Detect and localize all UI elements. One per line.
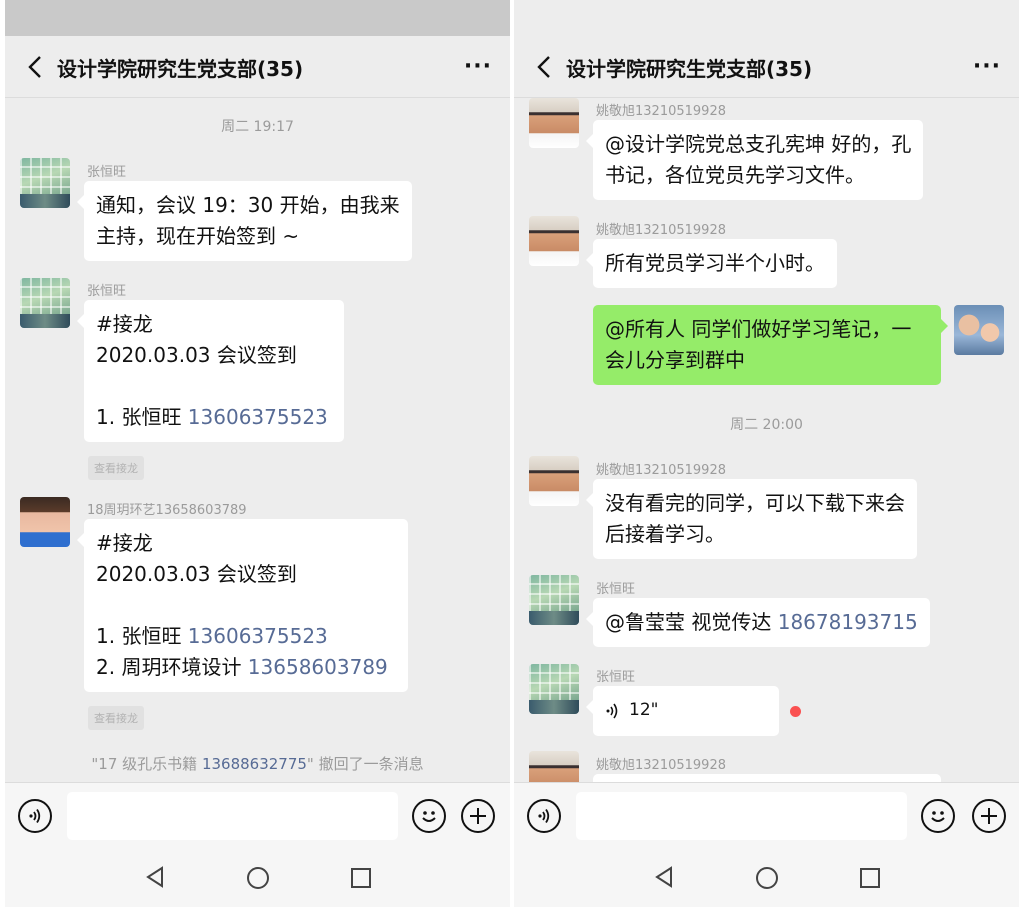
add-more-button[interactable]	[461, 799, 495, 833]
solitaire-title: 2020.03.03 会议签到	[96, 562, 297, 586]
message-text: 没有看完的同学，可以下载下来会	[605, 491, 905, 515]
emoji-icon	[422, 811, 436, 822]
own-avatar[interactable]	[954, 305, 1004, 355]
emoji-button[interactable]	[921, 799, 955, 833]
avatar[interactable]	[529, 664, 579, 714]
sender-name: 张恒旺	[596, 670, 636, 685]
solitaire-entry: 1. 张恒旺 13606375523	[96, 624, 328, 648]
input-bar	[514, 782, 1019, 847]
solitaire-bubble[interactable]: #接龙 2020.03.03 会议签到 1. 张恒旺 13606375523	[77, 300, 344, 442]
message-bubble[interactable]: @设计学院党总支孔宪坤 好的，孔 书记，各位党员先学习文件。	[585, 120, 924, 200]
chat-header: 设计学院研究生党支部(35) ···	[5, 36, 510, 98]
message-bubble[interactable]: 通知，会议 19：30 开始，由我来 主持，现在开始签到 ~	[77, 181, 412, 261]
avatar[interactable]	[529, 216, 579, 266]
message-bubble[interactable]: 所有党员学习半个小时。	[586, 239, 837, 288]
system-nav-bar	[514, 847, 1019, 907]
chat-header: 设计学院研究生党支部(35) ···	[514, 36, 1019, 98]
solitaire-entry: 1. 张恒旺 13606375523	[96, 405, 328, 429]
message-input[interactable]	[67, 792, 398, 840]
nav-back-icon[interactable]	[653, 865, 675, 889]
solitaire-tag: #接龙	[96, 312, 153, 336]
message-text: 通知，会议 19：30 开始，由我来	[96, 193, 400, 217]
timestamp: 周二 19:17	[221, 119, 294, 135]
nav-home-icon[interactable]	[247, 867, 269, 889]
solitaire-entry: 2. 周玥环境设计 13658603789	[96, 655, 388, 679]
chat-screen-left: 设计学院研究生党支部(35) ··· 周二 19:17 张恒旺 通知，会议 19…	[5, 0, 510, 907]
sender-name: 姚敬旭13210519928	[596, 463, 726, 478]
plus-icon	[470, 808, 486, 824]
message-bubble[interactable]: 没有看完的同学，可以下载下来会 后接着学习。	[586, 479, 917, 559]
nav-home-icon[interactable]	[756, 867, 778, 889]
sender-name: 姚敬旭13210519928	[596, 223, 726, 238]
plus-icon	[981, 808, 997, 824]
chat-title: 设计学院研究生党支部(35)	[566, 57, 813, 81]
voice-icon	[29, 808, 41, 824]
message-text: 后接着学习。	[605, 522, 725, 546]
message-text: @设计学院党总支孔宪坤 好的，孔	[605, 132, 912, 156]
voice-toggle-button[interactable]	[18, 799, 52, 833]
recall-notice: "17 级孔乐书籍 13688632775" 撤回了一条消息	[91, 755, 424, 773]
message-list[interactable]: 姚敬旭13210519928 @设计学院党总支孔宪坤 好的，孔 书记，各位党员先…	[514, 98, 1019, 782]
chat-title: 设计学院研究生党支部(35)	[57, 57, 304, 81]
message-text: 主持，现在开始签到 ~	[96, 224, 300, 248]
sender-name: 张恒旺	[87, 284, 127, 299]
nav-back-icon[interactable]	[144, 865, 166, 889]
view-solitaire-button[interactable]: 查看接龙	[88, 456, 144, 480]
solitaire-bubble[interactable]: #接龙 2020.03.03 会议签到 1. 张恒旺 13606375523 2…	[77, 519, 408, 692]
view-solitaire-button[interactable]: 查看接龙	[88, 706, 144, 730]
message-text: 所有党员学习半个小时。	[605, 251, 825, 275]
status-bar	[5, 0, 510, 36]
voice-message-bubble[interactable]: 12"	[586, 686, 779, 736]
phone-link[interactable]: 13688632775	[202, 755, 307, 773]
voice-wave-icon	[606, 703, 618, 718]
avatar[interactable]	[529, 751, 579, 782]
message-bubble[interactable]: @鲁莹莹 视觉传达 18678193715	[586, 598, 930, 647]
sender-name: 姚敬旭13210519928	[596, 104, 726, 119]
more-options-icon[interactable]: ···	[464, 54, 492, 79]
message-text: @所有人 同学们做好学习笔记，一	[605, 317, 912, 341]
avatar[interactable]	[20, 278, 70, 328]
avatar[interactable]	[529, 456, 579, 506]
solitaire-title: 2020.03.03 会议签到	[96, 343, 297, 367]
message-list[interactable]: 周二 19:17 张恒旺 通知，会议 19：30 开始，由我来 主持，现在开始签…	[5, 98, 510, 782]
sender-name: 18周玥环艺13658603789	[87, 503, 247, 518]
timestamp: 周二 20:00	[730, 417, 803, 433]
voice-icon	[538, 808, 550, 824]
message-text: 会儿分享到群中	[605, 348, 745, 372]
back-arrow-icon[interactable]	[25, 54, 47, 80]
sender-name: 张恒旺	[596, 582, 636, 597]
message-input[interactable]	[576, 792, 907, 840]
status-bar	[514, 0, 1019, 36]
sender-name: 姚敬旭13210519928	[596, 758, 726, 773]
phone-link[interactable]: 13658603789	[248, 655, 388, 679]
sender-name: 张恒旺	[87, 165, 127, 180]
message-text: 书记，各位党员先学习文件。	[605, 163, 865, 187]
input-bar	[5, 782, 510, 847]
avatar[interactable]	[20, 497, 70, 547]
avatar[interactable]	[529, 98, 579, 148]
phone-link[interactable]: 13606375523	[188, 624, 328, 648]
chat-screen-right: 设计学院研究生党支部(35) ··· 姚敬旭13210519928 @设计学院党…	[514, 0, 1019, 907]
more-options-icon[interactable]: ···	[973, 54, 1001, 79]
avatar[interactable]	[529, 575, 579, 625]
nav-recents-icon[interactable]	[860, 868, 880, 888]
back-arrow-icon[interactable]	[534, 54, 556, 80]
nav-recents-icon[interactable]	[351, 868, 371, 888]
solitaire-tag: #接龙	[96, 531, 153, 555]
unread-dot	[790, 706, 801, 717]
voice-duration: 12"	[629, 700, 659, 720]
avatar[interactable]	[20, 158, 70, 208]
add-more-button[interactable]	[972, 799, 1006, 833]
emoji-icon	[931, 811, 945, 822]
message-bubble[interactable]	[593, 774, 941, 782]
phone-link[interactable]: 13606375523	[188, 405, 328, 429]
own-message-bubble[interactable]: @所有人 同学们做好学习笔记，一 会儿分享到群中	[593, 305, 948, 385]
system-nav-bar	[5, 847, 510, 907]
message-text: @鲁莹莹 视觉传达 18678193715	[605, 610, 918, 634]
phone-link[interactable]: 18678193715	[778, 610, 918, 634]
emoji-button[interactable]	[412, 799, 446, 833]
voice-toggle-button[interactable]	[527, 799, 561, 833]
